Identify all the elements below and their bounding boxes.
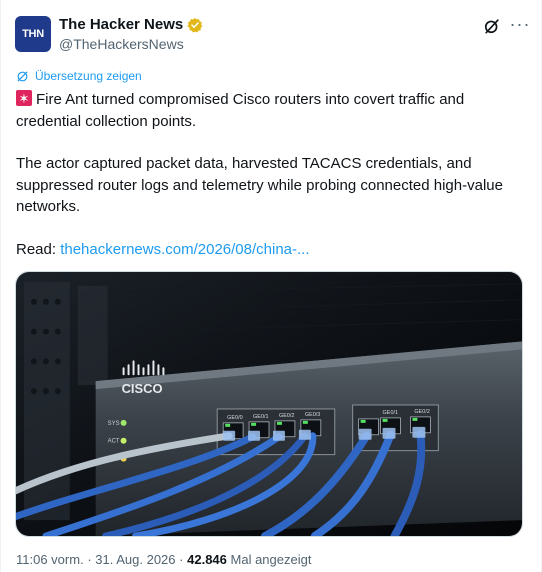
author-name[interactable]: The Hacker News xyxy=(59,16,183,33)
verified-badge-icon xyxy=(187,17,203,32)
author-handle[interactable]: @TheHackersNews xyxy=(59,36,184,52)
tweet-date[interactable]: 31. Aug. 2026 xyxy=(95,552,175,567)
tweet-time[interactable]: 11:06 vorm. xyxy=(16,552,84,567)
port-label-r2: GE0/2 xyxy=(414,409,429,415)
media-brand-text: CISCO xyxy=(122,381,163,396)
tweet-text: Fire Ant turned compromised Cisco router… xyxy=(16,88,521,260)
grok-icon[interactable] xyxy=(482,16,502,36)
translate-icon xyxy=(17,71,28,81)
siren-emoji-icon xyxy=(16,88,32,110)
avatar-text: THN xyxy=(22,28,44,40)
translate-label: Übersetzung zeigen xyxy=(35,69,142,83)
media-image[interactable]: CISCO SYS ACT PoE GE0/0 GE0/1 GE0/2 GE0/… xyxy=(15,271,523,537)
tweet-card: THN The Hacker News @TheHackersNews ··· … xyxy=(0,0,542,572)
translate-link[interactable]: Übersetzung zeigen xyxy=(16,69,142,83)
led-label-sys: SYS xyxy=(108,421,120,427)
port-label-ge02: GE0/2 xyxy=(279,413,294,419)
port-label-ge03: GE0/3 xyxy=(305,412,320,418)
meta-separator-2: · xyxy=(179,552,184,567)
port-label-ge01: GE0/1 xyxy=(253,414,268,420)
port-label-ge00: GE0/0 xyxy=(227,415,242,421)
avatar[interactable]: THN xyxy=(15,16,51,52)
read-prefix: Read: xyxy=(16,240,61,258)
meta-separator: · xyxy=(87,552,92,567)
tweet-line-2: The actor captured packet data, harveste… xyxy=(16,155,503,215)
tweet-line-1: Fire Ant turned compromised Cisco router… xyxy=(16,91,465,130)
view-label: Mal angezeigt xyxy=(230,552,312,567)
port-label-r1: GE0/1 xyxy=(383,410,398,416)
tweet-meta: 11:06 vorm. · 31. Aug. 2026 · 42.846 Mal… xyxy=(16,552,311,567)
article-link[interactable]: thehackernews.com/2026/08/china-... xyxy=(60,241,309,258)
author-name-row: The Hacker News xyxy=(59,16,203,33)
led-label-act: ACT xyxy=(108,439,120,445)
view-count: 42.846 xyxy=(187,552,227,567)
more-icon[interactable]: ··· xyxy=(508,12,532,36)
